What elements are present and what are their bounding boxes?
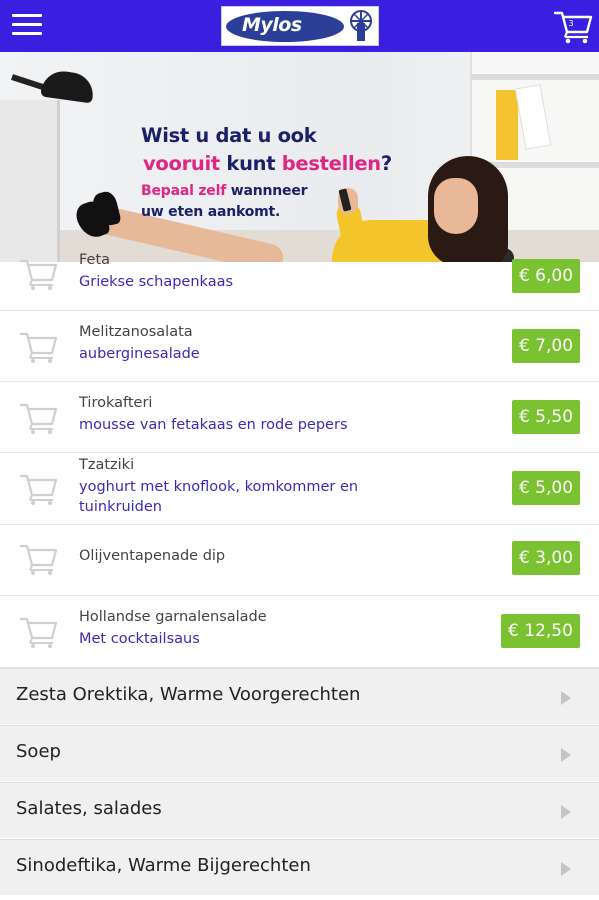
app-header: Mylos 3	[0, 0, 599, 52]
category-warme-bijgerechten[interactable]: Sinodeftika, Warme Bijgerechten	[0, 839, 599, 896]
item-description: Griekse schapenkaas	[79, 274, 234, 290]
item-name: Melitzanosalata	[79, 324, 193, 340]
cart-outline	[20, 259, 58, 290]
cart-outline	[20, 474, 58, 505]
category-warme-voorgerechten[interactable]: Zesta Orektika, Warme Voorgerechten	[0, 668, 599, 725]
banner-word-bestellen: bestellen	[281, 152, 381, 175]
price-button[interactable]: € 3,00	[512, 541, 580, 575]
binder	[496, 90, 518, 160]
menu-bar	[12, 14, 42, 17]
banner-word-bepaal-zelf: Bepaal zelf	[141, 183, 227, 199]
category-label: Sinodeftika, Warme Bijgerechten	[16, 855, 311, 876]
menu-item: Tzatziki yoghurt met knoflook, komkommer…	[0, 453, 599, 525]
item-name: Olijventapenade dip	[79, 548, 226, 564]
cart-outline	[20, 332, 58, 363]
add-to-cart-icon[interactable]	[18, 471, 60, 507]
banner-word-vooruit: vooruit	[143, 152, 220, 175]
item-name: Tirokafteri	[79, 395, 153, 411]
item-name: Feta	[79, 252, 111, 268]
menu-item: Olijventapenade dip € 3,00	[0, 525, 599, 596]
category-soep[interactable]: Soep	[0, 725, 599, 782]
triangle-right-icon	[561, 862, 571, 876]
add-to-cart-icon[interactable]	[18, 400, 60, 436]
item-description: yoghurt met knoflook, komkommer en tuink…	[79, 479, 359, 515]
price-button[interactable]: € 5,50	[512, 400, 580, 434]
woman-face	[434, 178, 478, 234]
menu-item: Melitzanosalata auberginesalade € 7,00	[0, 311, 599, 382]
banner-word-kunt: kunt	[219, 152, 282, 175]
category-label: Salates, salades	[16, 798, 162, 819]
category-label: Soep	[16, 741, 61, 762]
menu-item: Hollandse garnalensalade Met cocktailsau…	[0, 596, 599, 668]
cart-outline	[20, 617, 58, 648]
item-name: Hollandse garnalensalade	[79, 609, 267, 625]
price-button[interactable]: € 12,50	[501, 614, 580, 648]
item-name: Tzatziki	[79, 457, 135, 473]
triangle-right-icon	[561, 691, 571, 705]
item-description: auberginesalade	[79, 346, 200, 362]
category-label: Zesta Orektika, Warme Voorgerechten	[16, 684, 361, 705]
triangle-right-icon	[561, 748, 571, 762]
menu-item: Feta Griekse schapenkaas € 6,00	[0, 252, 599, 311]
item-description: mousse van fetakaas en rode pepers	[79, 417, 348, 433]
windmill-icon	[350, 10, 372, 41]
banner-line1: Wist u dat u ook	[141, 124, 317, 147]
item-description: Met cocktailsaus	[79, 631, 200, 647]
banner-word-wanneer: wannneer	[226, 183, 308, 199]
price-button[interactable]: € 6,00	[512, 259, 580, 293]
menu-bar	[12, 32, 42, 35]
add-to-cart-icon[interactable]	[18, 256, 60, 292]
category-salades[interactable]: Salates, salades	[0, 782, 599, 839]
triangle-right-icon	[561, 805, 571, 819]
banner-line4: uw eten aankomt.	[141, 204, 281, 220]
banner-question-mark: ?	[380, 152, 392, 175]
menu-bar	[12, 23, 42, 26]
shopping-cart-icon[interactable]: 3	[553, 8, 593, 44]
add-to-cart-icon[interactable]	[18, 614, 60, 650]
hamburger-menu-icon[interactable]	[12, 12, 42, 38]
price-button[interactable]: € 7,00	[512, 329, 580, 363]
banner-line3: Bepaal zelf wannneer	[141, 183, 308, 199]
cart-outline	[20, 403, 58, 434]
promo-banner[interactable]: Wist u dat u ook vooruit kunt bestellen?…	[0, 52, 599, 262]
mylos-logo[interactable]: Mylos	[221, 6, 379, 46]
monitor	[0, 100, 60, 262]
cart-outline	[20, 544, 58, 575]
menu-item: Tirokafteri mousse van fetakaas en rode …	[0, 382, 599, 453]
logo-text: Mylos	[242, 14, 302, 36]
price-button[interactable]: € 5,00	[512, 471, 580, 505]
cart-count-badge: 3	[568, 19, 574, 28]
add-to-cart-icon[interactable]	[18, 329, 60, 365]
add-to-cart-icon[interactable]	[18, 541, 60, 577]
banner-line2: vooruit kunt bestellen?	[143, 152, 392, 175]
shelf-board	[470, 74, 599, 80]
